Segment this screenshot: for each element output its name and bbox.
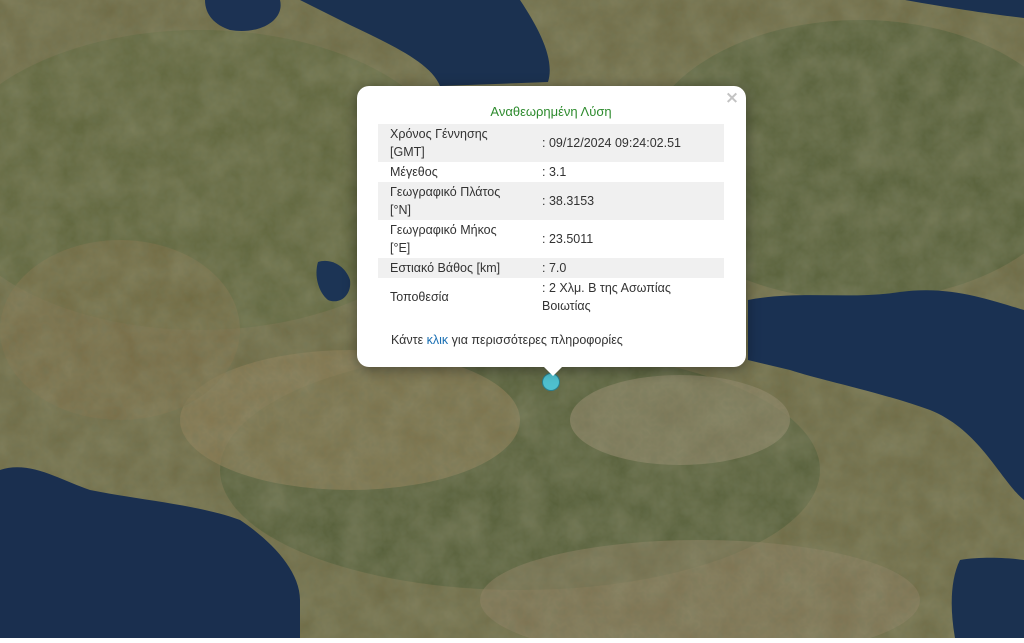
close-icon[interactable]: ×	[722, 88, 742, 108]
popup-pointer	[543, 366, 563, 376]
depth-value: : 7.0	[530, 258, 724, 278]
magnitude-label: Μέγεθος	[390, 165, 438, 179]
more-info-prefix: Κάντε	[391, 333, 424, 347]
origin-time-label: Χρόνος Γέννησης [GMT]	[378, 124, 530, 162]
table-row: Γεωγραφικό Μήκος [°E] : 23.5011	[378, 220, 724, 258]
more-info-suffix: για περισσότερες πληροφορίες	[451, 333, 623, 347]
longitude-value: : 23.5011	[542, 232, 594, 246]
magnitude-value: : 3.1	[542, 165, 567, 179]
event-details-table: Χρόνος Γέννησης [GMT] : 09/12/2024 09:24…	[378, 124, 724, 316]
latitude-value: : 38.3153	[530, 182, 724, 220]
location-value: : 2 Χλμ. Β της Ασωπίας Βοιωτίας	[542, 281, 671, 313]
table-row: Τοποθεσία : 2 Χλμ. Β της Ασωπίας Βοιωτία…	[378, 278, 724, 316]
latitude-label: Γεωγραφικό Πλάτος [°N]	[378, 182, 530, 220]
more-info-link[interactable]: κλικ	[427, 333, 449, 347]
depth-label: Εστιακό Βάθος [km]	[378, 258, 530, 278]
more-info-text: Κάντε κλικ για περισσότερες πληροφορίες	[391, 330, 623, 350]
origin-time-value: : 09/12/2024 09:24:02.51	[530, 124, 724, 162]
longitude-label: Γεωγραφικό Μήκος [°E]	[390, 223, 497, 255]
popup-title: Αναθεωρημένη Λύση	[490, 104, 612, 119]
location-label: Τοποθεσία	[390, 290, 449, 304]
table-row: Γεωγραφικό Πλάτος [°N] : 38.3153	[378, 182, 724, 220]
table-row: Εστιακό Βάθος [km] : 7.0	[378, 258, 724, 278]
table-row: Μέγεθος : 3.1	[378, 162, 724, 182]
earthquake-info-popup: × Αναθεωρημένη Λύση Χρόνος Γέννησης [GMT…	[357, 86, 746, 367]
table-row: Χρόνος Γέννησης [GMT] : 09/12/2024 09:24…	[378, 124, 724, 162]
